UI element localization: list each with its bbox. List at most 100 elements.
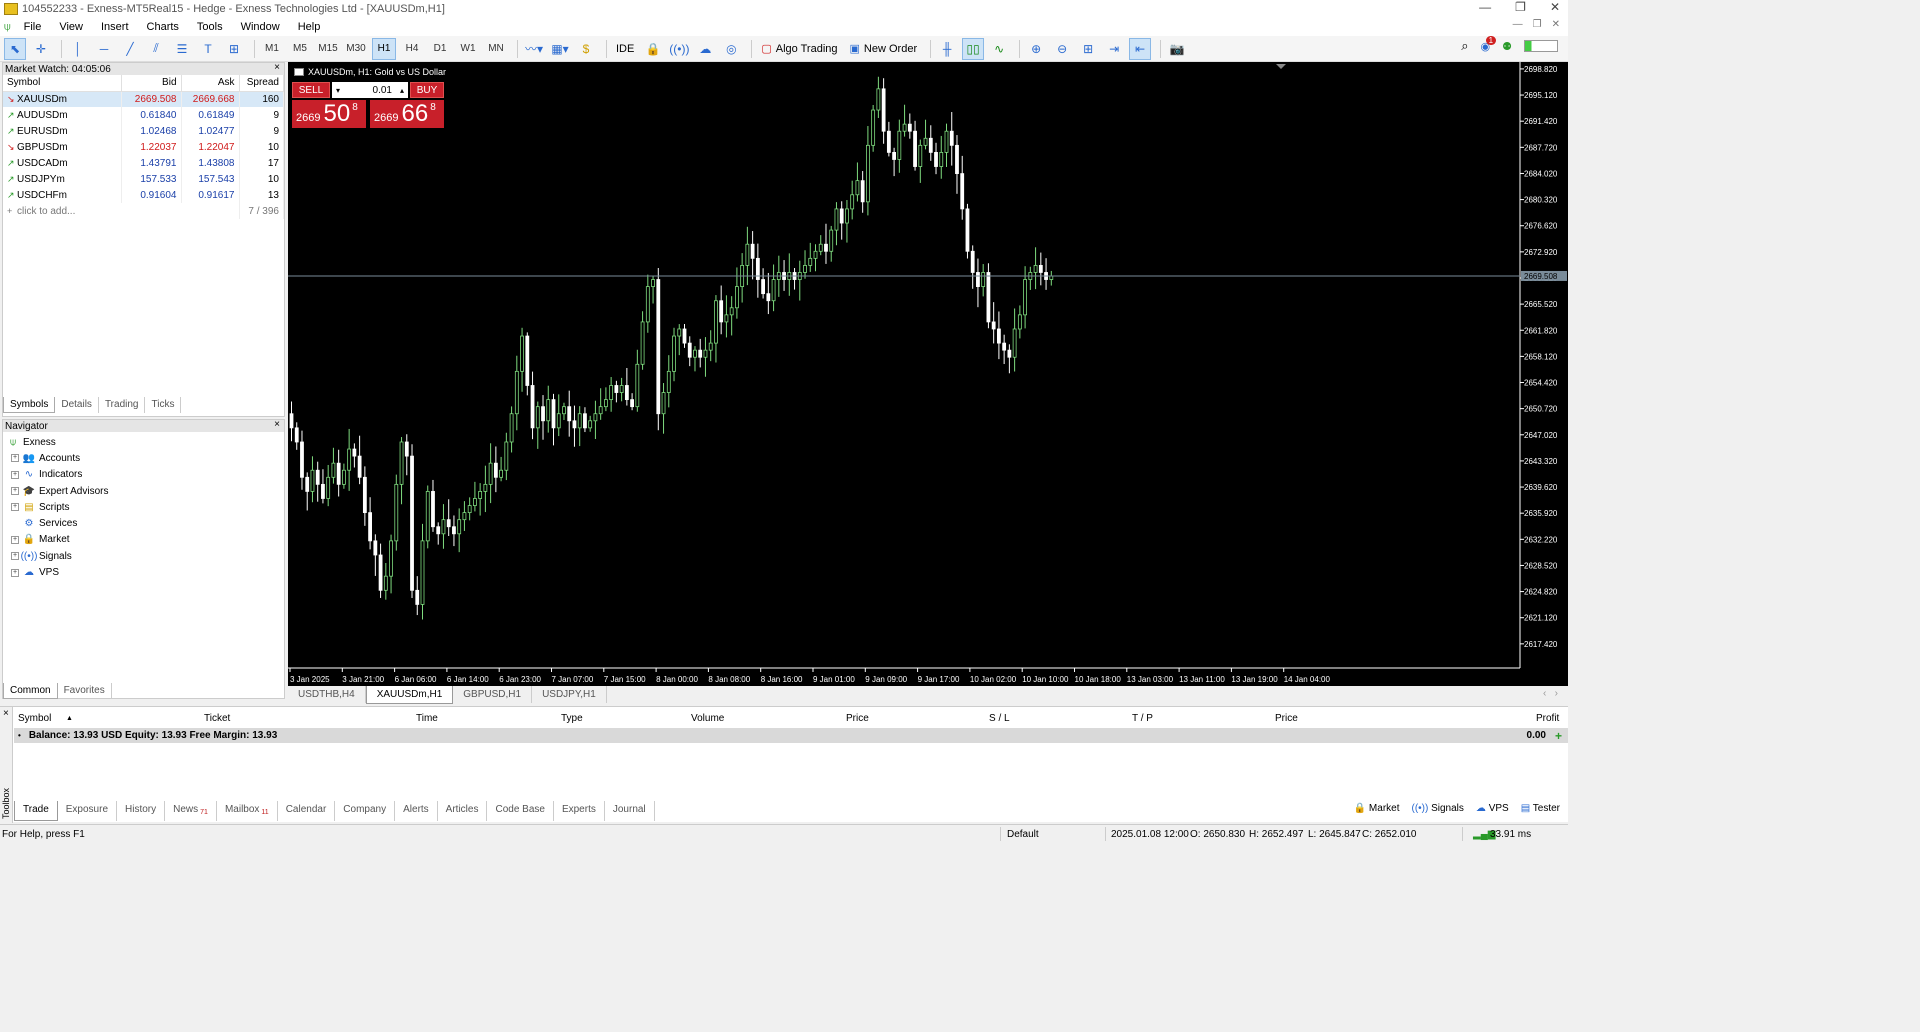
column-header-profit[interactable]: Profit [1536,713,1559,724]
timeframe-m5[interactable]: M5 [288,38,312,60]
timeframe-m1[interactable]: M1 [260,38,284,60]
toolbox-tab-exposure[interactable]: Exposure [58,801,118,821]
indicators-icon[interactable]: 〰▾ [523,38,545,60]
signals-icon[interactable]: ((•)) [668,38,690,60]
templates-icon[interactable]: ▦▾ [549,38,571,60]
column-header-symbol[interactable]: Symbol [18,713,51,724]
minimize-button[interactable]: — [1479,0,1491,14]
lot-size-input[interactable] [344,82,396,98]
nav-root-exness[interactable]: ⍦ Exness [3,434,284,450]
toolbox-tab-trade[interactable]: Trade [14,801,58,821]
menu-insert[interactable]: Insert [92,21,138,33]
toolbox-tab-experts[interactable]: Experts [554,801,605,821]
chart-tab-xauusdm[interactable]: XAUUSDm,H1 [365,686,454,704]
chart-shift-icon[interactable]: ⇤ [1129,37,1152,60]
expand-icon[interactable]: + [11,487,19,496]
table-row[interactable]: ↗ USDJPYm 157.533 157.543 10 [3,171,284,187]
lot-increase-button[interactable]: ▴ [396,82,408,98]
mdi-restore-button[interactable]: ❐ [1533,19,1542,30]
tile-windows-icon[interactable]: ⊞ [1077,38,1099,60]
close-icon[interactable]: × [274,419,280,430]
expand-icon[interactable]: + [11,454,19,463]
column-header-ticket[interactable]: Ticket [204,713,230,724]
expand-icon[interactable]: + [11,535,19,544]
mdi-minimize-button[interactable]: — [1513,19,1523,30]
menu-help[interactable]: Help [289,21,330,33]
maximize-button[interactable]: ❐ [1515,0,1526,14]
balance-row[interactable]: • Balance: 13.93 USD Equity: 13.93 Free … [14,728,1568,743]
column-header-volume[interactable]: Volume [691,713,724,724]
candlestick-chart[interactable]: 2698.820 2695.120 2691.420 2687.720 2684.020… [288,62,1568,686]
table-row[interactable]: ↗ EURUSDm 1.02468 1.02477 9 [3,123,284,139]
timeframe-d1[interactable]: D1 [428,38,452,60]
menu-view[interactable]: View [50,21,92,33]
add-icon[interactable]: + [1555,729,1562,743]
symbol-cell[interactable]: ↘ GBPUSDm [3,139,122,155]
crosshair-icon[interactable]: ✛ [30,38,52,60]
lot-decrease-button[interactable]: ▾ [332,82,344,98]
notifications-icon[interactable]: ◉ 1 [1481,35,1497,53]
sell-price-box[interactable]: 2669 50 8 [292,100,366,128]
column-header-time[interactable]: Time [416,713,438,724]
symbol-cell[interactable]: ↗ EURUSDm [3,123,122,139]
account-icon[interactable]: ⚉ [1502,40,1512,53]
nav-item-services[interactable]: ⚙ Services [3,515,284,531]
expand-icon[interactable]: + [11,568,19,577]
symbol-cell[interactable]: ↗ USDCHFm [3,187,122,203]
timeframe-mn[interactable]: MN [484,38,508,60]
tab-common[interactable]: Common [3,683,58,699]
symbol-cell[interactable]: ↘ XAUUSDm [3,91,122,107]
market-tab[interactable]: 🔒 Market [1354,803,1400,814]
toolbox-tab-articles[interactable]: Articles [438,801,488,821]
column-header-tp[interactable]: T / P [1132,713,1153,724]
search-icon[interactable]: ⌕ [1461,38,1468,54]
column-header-price[interactable]: Price [846,713,869,724]
nav-item-expert-advisors[interactable]: + 🎓 Expert Advisors [3,483,284,499]
table-row[interactable]: ↘ GBPUSDm 1.22037 1.22047 10 [3,139,284,155]
close-icon[interactable]: × [3,708,9,719]
vps-tab[interactable]: ☁ VPS [1476,803,1509,814]
table-row[interactable]: ↘ XAUUSDm 2669.508 2669.668 160 [3,91,284,107]
chart-tab-gbpusd[interactable]: GBPUSD,H1 [453,686,533,703]
community-icon[interactable]: ◎ [720,38,742,60]
buy-price-box[interactable]: 2669 66 8 [370,100,444,128]
candlestick-icon[interactable]: ▯▯ [962,37,985,60]
toolbox-tab-history[interactable]: History [117,801,166,821]
column-header-sl[interactable]: S / L [989,713,1010,724]
toolbox-tab-alerts[interactable]: Alerts [395,801,438,821]
zoom-in-icon[interactable]: ⊕ [1025,38,1047,60]
price-chart[interactable]: 2698.820 2695.120 2691.420 2687.720 2684.020… [288,62,1568,686]
market-bag-icon[interactable]: 🔒 [642,38,664,60]
chart-tab-usdjpy[interactable]: USDJPY,H1 [532,686,607,703]
expand-icon[interactable]: + [11,470,19,479]
channel-icon[interactable]: ⫽ [145,38,167,60]
trading-icon[interactable]: $ [575,38,597,60]
chart-tab-usdthb[interactable]: USDTHB,H4 [288,686,366,703]
signals-tab[interactable]: ((•)) Signals [1411,803,1463,814]
column-header-symbol[interactable]: Symbol [3,75,122,92]
tab-ticks[interactable]: Ticks [145,397,182,413]
menu-charts[interactable]: Charts [138,21,188,33]
new-order-button[interactable]: ▣ New Order [846,38,922,60]
trendline-icon[interactable]: ╱ [119,38,141,60]
buy-button[interactable]: BUY [410,82,444,98]
bar-chart-icon[interactable]: ╫ [936,38,958,60]
tab-scroll-arrows[interactable]: ‹ › [1543,688,1558,699]
column-header-type[interactable]: Type [561,713,583,724]
column-header-ask[interactable]: Ask [181,75,240,92]
symbol-cell[interactable]: ↗ USDCADm [3,155,122,171]
expand-icon[interactable]: + [11,552,19,561]
tab-trading[interactable]: Trading [99,397,146,413]
nav-item-accounts[interactable]: + 👥 Accounts [3,450,284,466]
nav-item-scripts[interactable]: + ▤ Scripts [3,499,284,515]
tester-tab[interactable]: ▤ Tester [1521,803,1560,814]
nav-item-indicators[interactable]: + ∿ Indicators [3,467,284,483]
toolbox-tab-company[interactable]: Company [335,801,396,821]
toolbox-tab-code-base[interactable]: Code Base [487,801,554,821]
tab-favorites[interactable]: Favorites [58,683,112,699]
timeframe-m30[interactable]: M30 [344,38,368,60]
symbol-cell[interactable]: ↗ USDJPYm [3,171,122,187]
vps-cloud-icon[interactable]: ☁ [694,38,716,60]
text-icon[interactable]: T [197,38,219,60]
tab-details[interactable]: Details [55,397,99,413]
